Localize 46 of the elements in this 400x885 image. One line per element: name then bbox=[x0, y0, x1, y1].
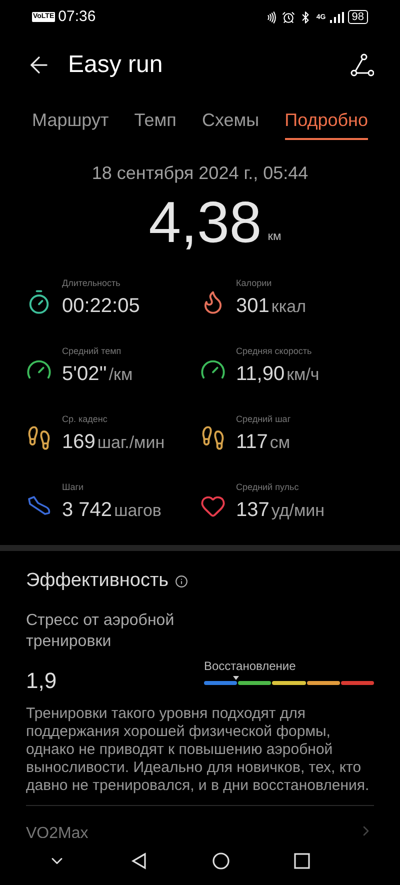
metric-unit: уд/мин bbox=[271, 500, 325, 522]
metric-label: Средний темп bbox=[62, 345, 122, 358]
metric-unit: см bbox=[270, 432, 290, 454]
clock-time: 07:36 bbox=[58, 6, 96, 27]
metric-value: 3 742 bbox=[62, 498, 112, 523]
alarm-icon bbox=[282, 10, 296, 24]
zone-label: Восстановление bbox=[204, 658, 297, 675]
stress-value: 1,9 bbox=[26, 666, 58, 695]
signal-icon bbox=[330, 12, 344, 23]
metric-unit: шаг./мин bbox=[97, 432, 165, 454]
metric-value: 169 bbox=[62, 430, 96, 455]
metric-value: 137 bbox=[236, 498, 270, 523]
metric-label: Калории bbox=[236, 277, 273, 290]
distance-value: 4,38 bbox=[148, 188, 262, 257]
section-title: Эффективность bbox=[26, 569, 169, 594]
metric-unit: км/ч bbox=[286, 364, 320, 386]
metric-value: 11,90 bbox=[236, 362, 285, 387]
stress-label: Стресс от аэробной тренировки bbox=[26, 610, 176, 652]
metric-label: Средняя скорость bbox=[236, 345, 313, 358]
metric-value: 117 bbox=[236, 430, 268, 455]
page-title: Easy run bbox=[68, 50, 163, 80]
recents-icon[interactable] bbox=[294, 853, 310, 870]
tab[interactable]: Подробно bbox=[284, 106, 368, 140]
metric-unit: /км bbox=[108, 364, 133, 386]
metric-label: Длительность bbox=[62, 277, 122, 290]
tab[interactable]: Схемы bbox=[202, 106, 260, 140]
info-icon[interactable] bbox=[174, 574, 188, 588]
metric-label: Шаги bbox=[62, 481, 85, 494]
distance-unit: км bbox=[268, 228, 282, 245]
route-icon[interactable] bbox=[350, 53, 374, 78]
home-icon[interactable] bbox=[212, 852, 230, 870]
vo2max-row[interactable]: VO2Max bbox=[26, 824, 88, 838]
metric-value: 00:22:05 bbox=[62, 294, 140, 319]
tab[interactable]: Маршрут bbox=[32, 106, 109, 140]
workout-date: 18 сентября 2024 г., 05:44 bbox=[90, 162, 310, 185]
tab[interactable]: Темп bbox=[134, 106, 176, 140]
metric-unit: шагов bbox=[114, 500, 162, 522]
description-text: Тренировки такого уровня подходят для поддержания хорошей физической формы, однако не приводят к повышению аэробной выносливости. Идеально для новичков, тех, кто давно не тренировался, и в дни восстановления. bbox=[26, 704, 370, 795]
metric-value: 301 bbox=[236, 294, 270, 319]
metric-value: 5'02'' bbox=[62, 362, 107, 387]
metric-label: Ср. каденс bbox=[62, 413, 108, 426]
metric-unit: ккал bbox=[271, 296, 306, 318]
metric-label: Средний шаг bbox=[236, 413, 291, 426]
metric-label: Средний пульс bbox=[236, 481, 300, 494]
battery-indicator: 98 bbox=[348, 10, 368, 24]
back-nav-icon[interactable] bbox=[130, 852, 148, 870]
